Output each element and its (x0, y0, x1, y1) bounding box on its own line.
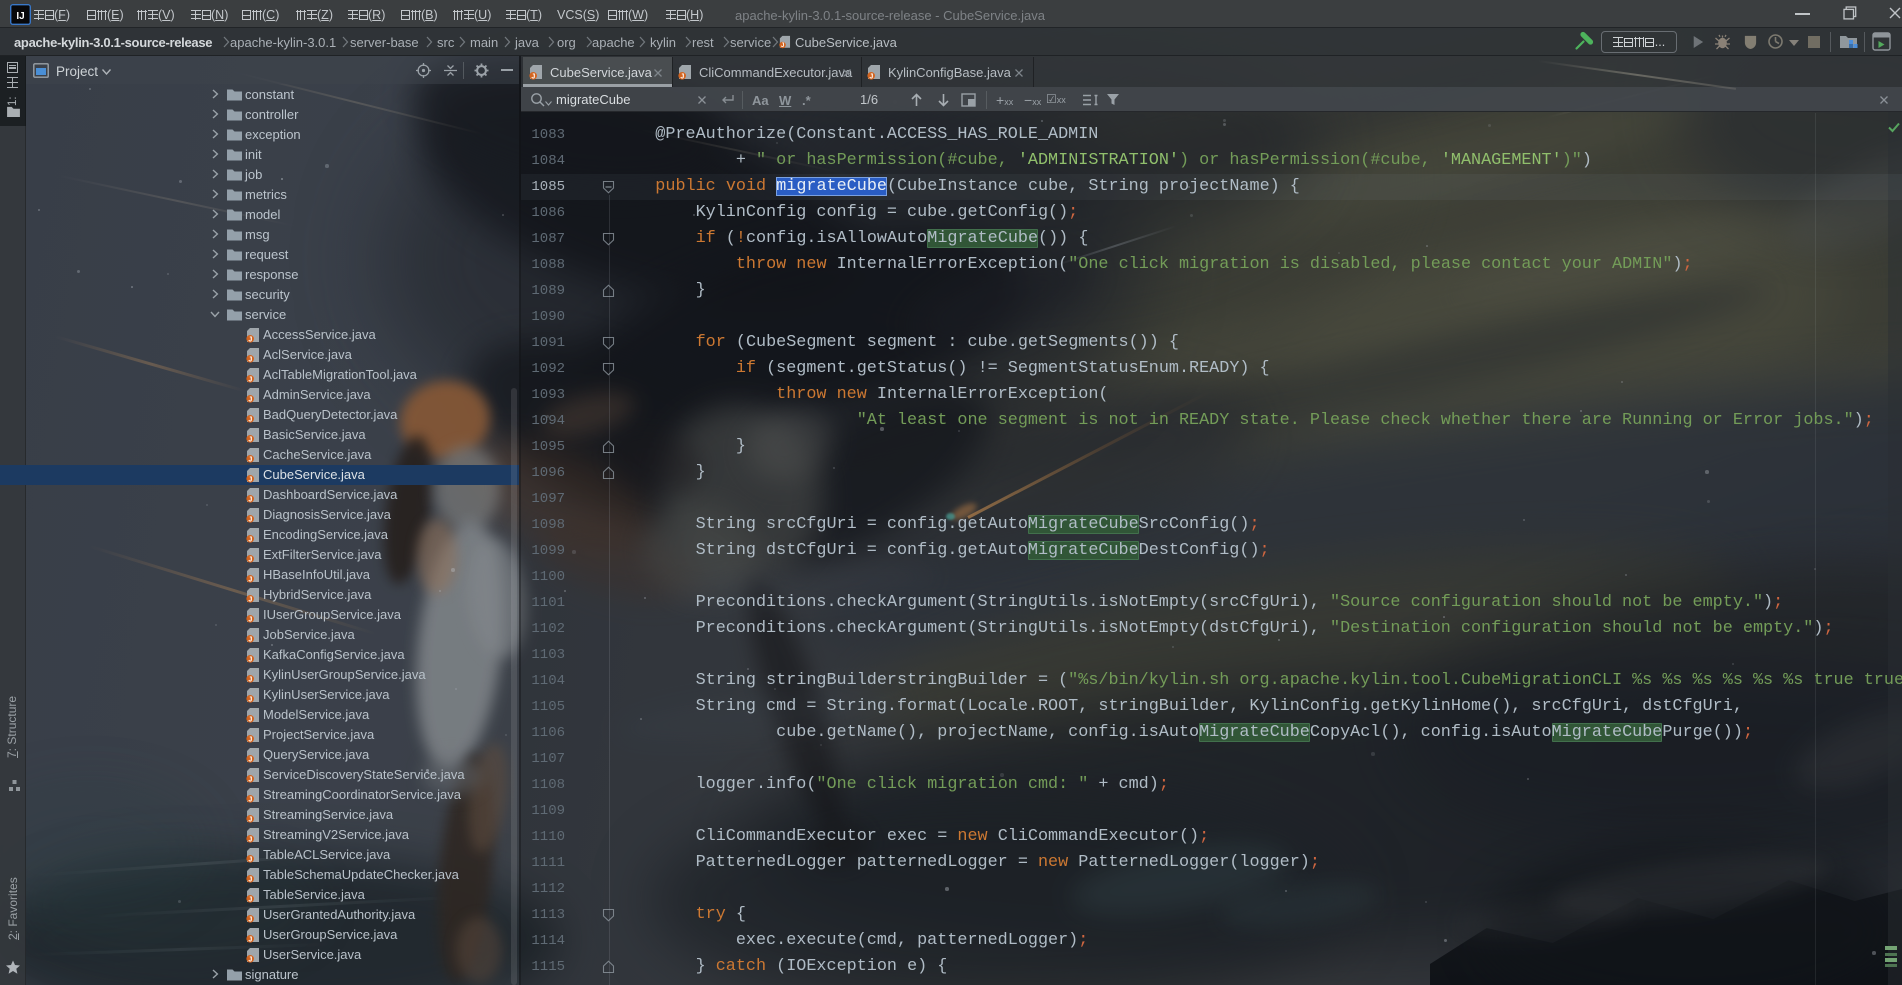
svg-text:J: J (248, 656, 252, 663)
svg-text:J: J (248, 356, 252, 363)
svg-text:J: J (248, 376, 252, 383)
svg-text:J: J (248, 636, 252, 643)
svg-text:J: J (248, 716, 252, 723)
svg-text:J: J (869, 73, 873, 80)
svg-text:J: J (248, 436, 252, 443)
svg-text:J: J (248, 756, 252, 763)
svg-text:J: J (248, 556, 252, 563)
svg-text:J: J (248, 676, 252, 683)
svg-text:J: J (248, 536, 252, 543)
svg-text:J: J (248, 836, 252, 843)
svg-text:J: J (248, 516, 252, 523)
svg-text:J: J (248, 896, 252, 903)
svg-text:J: J (680, 73, 684, 80)
svg-text:J: J (248, 596, 252, 603)
svg-text:J: J (248, 816, 252, 823)
svg-text:J: J (248, 496, 252, 503)
svg-text:J: J (248, 876, 252, 883)
svg-text:J: J (248, 416, 252, 423)
svg-text:J: J (531, 73, 535, 80)
svg-text:J: J (248, 696, 252, 703)
svg-text:J: J (248, 936, 252, 943)
svg-text:J: J (248, 336, 252, 343)
svg-text:J: J (248, 956, 252, 963)
svg-text:J: J (248, 476, 252, 483)
svg-text:J: J (248, 736, 252, 743)
svg-text:J: J (781, 43, 784, 48)
svg-text:J: J (248, 856, 252, 863)
svg-text:J: J (248, 796, 252, 803)
svg-text:J: J (248, 396, 252, 403)
svg-text:J: J (248, 916, 252, 923)
svg-text:J: J (248, 776, 252, 783)
svg-text:J: J (248, 456, 252, 463)
svg-text:J: J (248, 616, 252, 623)
svg-text:J: J (248, 576, 252, 583)
svg-text:IJ: IJ (16, 11, 24, 22)
